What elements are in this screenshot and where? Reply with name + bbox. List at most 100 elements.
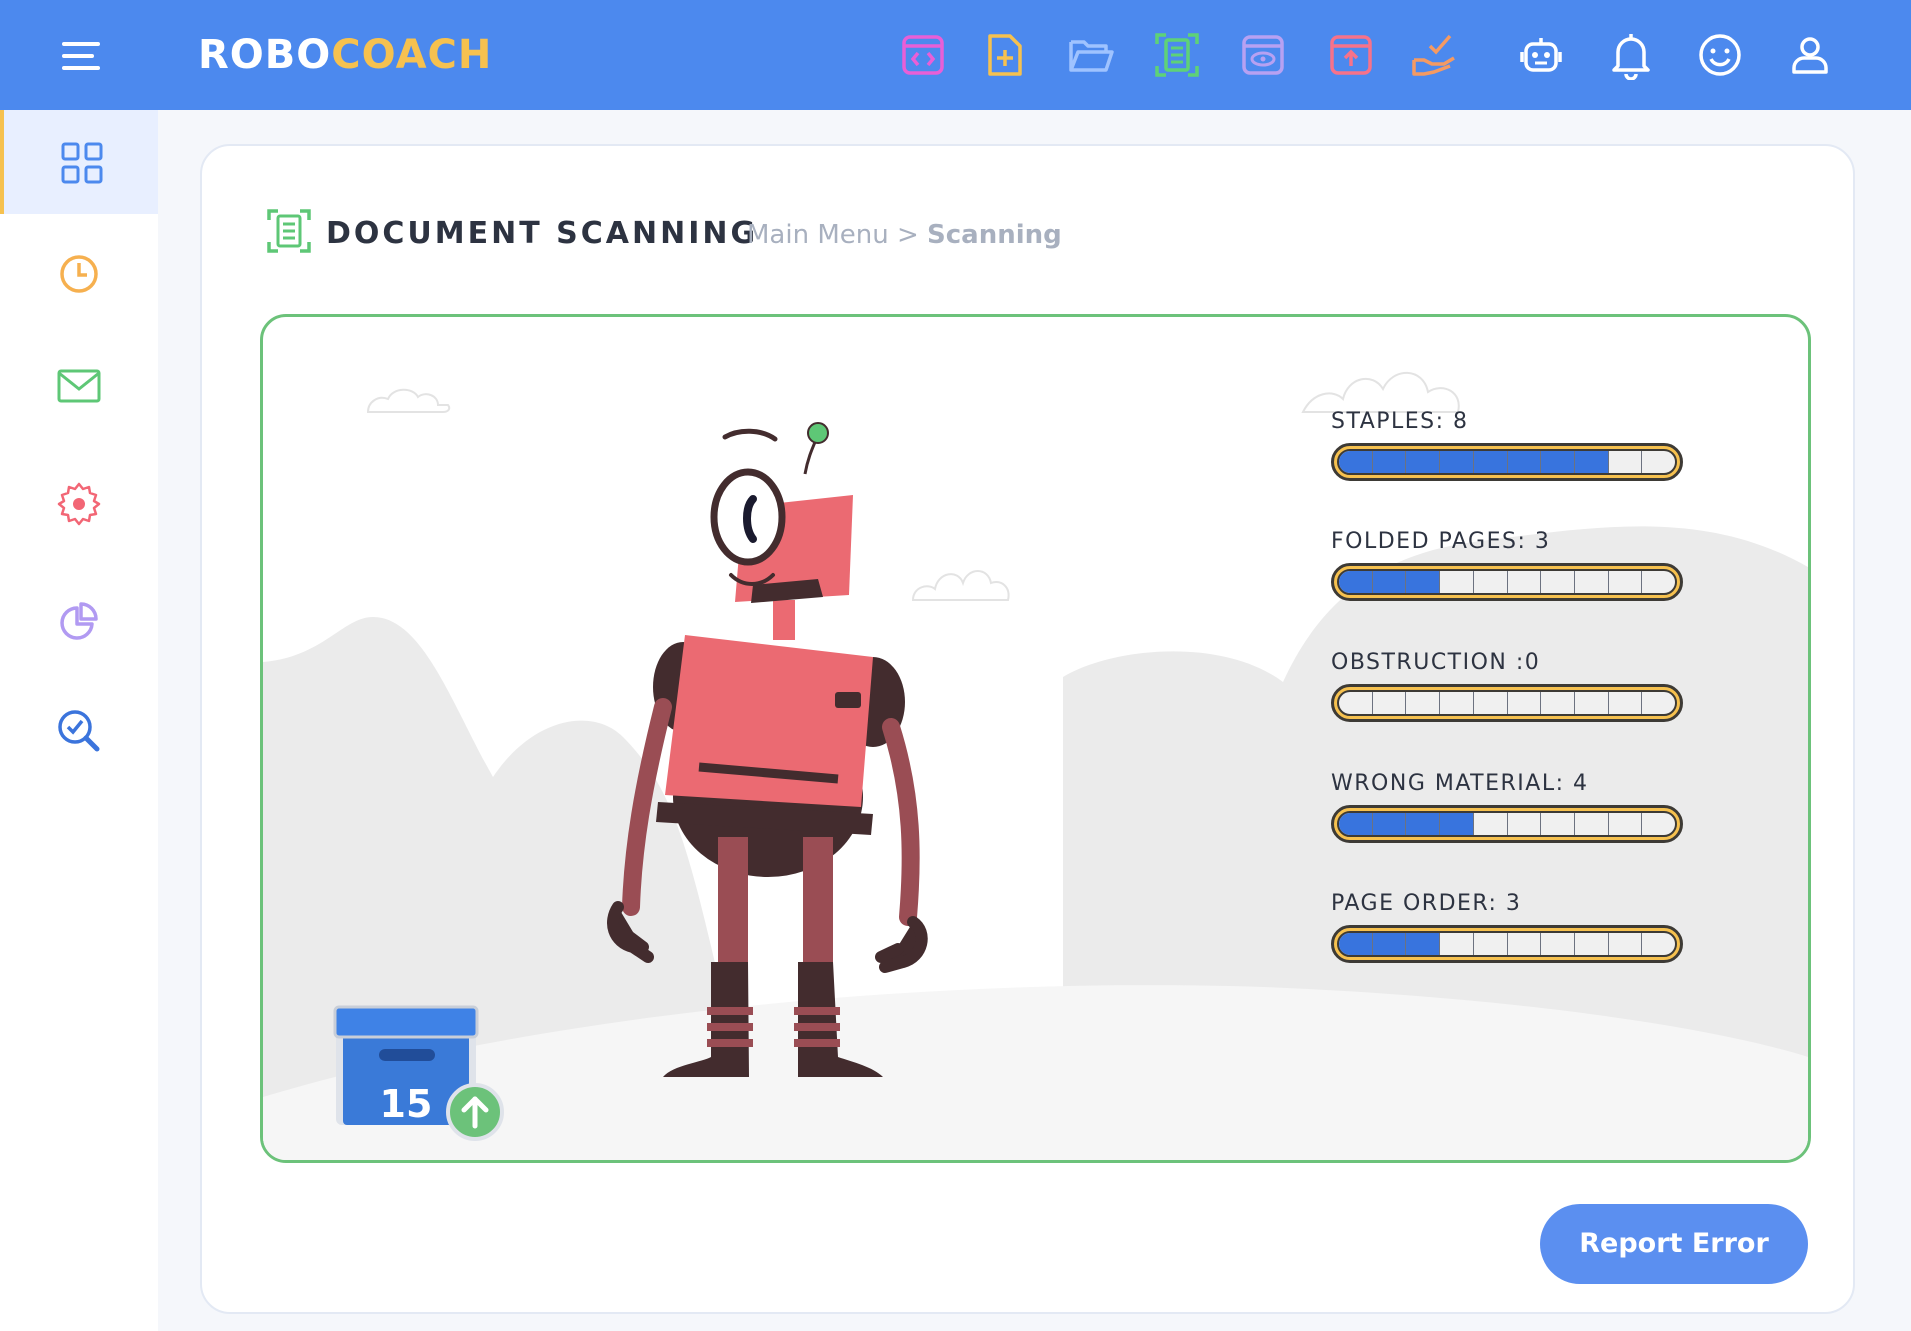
sidebar-item-dashboard[interactable] [0, 110, 158, 214]
progress-segment [1575, 571, 1609, 593]
preview-icon[interactable] [1238, 30, 1288, 80]
progress-segment [1406, 933, 1441, 955]
settings-gear-icon [57, 482, 101, 526]
progress-segment [1609, 692, 1643, 714]
progress-segment [1339, 933, 1373, 955]
breadcrumb: Main Menu > Scanning [747, 220, 1062, 250]
bell-icon[interactable] [1606, 30, 1656, 81]
progress-bar [1331, 563, 1683, 601]
progress-segment [1406, 692, 1441, 714]
progress-segment [1440, 571, 1474, 593]
progress-segment [1642, 933, 1675, 955]
progress-bar [1331, 925, 1683, 963]
metric-label: FOLDED PAGES: 3 [1331, 529, 1551, 554]
progress-segment [1372, 933, 1407, 955]
pie-chart-icon [60, 602, 98, 640]
clock-icon [60, 255, 98, 293]
progress-segment [1508, 813, 1542, 835]
progress-segment [1474, 933, 1508, 955]
progress-segment [1575, 813, 1609, 835]
smiley-icon[interactable] [1695, 30, 1745, 80]
metric-label: PAGE ORDER: 3 [1331, 891, 1522, 916]
metric-page-order: PAGE ORDER: 3 [1331, 891, 1691, 971]
search-check-icon [58, 710, 100, 752]
breadcrumb-root[interactable]: Main Menu [747, 220, 889, 250]
page-title: DOCUMENT SCANNING [326, 216, 759, 251]
sidebar-item-settings[interactable] [0, 450, 158, 554]
progress-segment [1574, 451, 1609, 473]
logo-part-robo: ROBO [198, 32, 332, 78]
upload-file-icon[interactable] [1326, 30, 1376, 80]
document-scan-icon[interactable] [1152, 30, 1202, 80]
progress-segment [1339, 692, 1373, 714]
metric-label: OBSTRUCTION :0 [1331, 650, 1541, 675]
progress-segment [1642, 813, 1675, 835]
progress-segment [1339, 571, 1373, 593]
sidebar-item-messages[interactable] [0, 332, 158, 436]
progress-segment [1609, 933, 1643, 955]
progress-segment [1339, 813, 1373, 835]
top-bar: ROBOCOACH [0, 0, 1911, 110]
progress-segment [1508, 571, 1542, 593]
progress-segment [1507, 451, 1542, 473]
sidebar-item-inspection[interactable] [0, 677, 158, 781]
progress-segment [1575, 933, 1609, 955]
sidebar-item-history[interactable] [0, 220, 158, 324]
progress-segment [1372, 571, 1407, 593]
report-error-button[interactable]: Report Error [1540, 1204, 1808, 1284]
progress-segment [1609, 813, 1643, 835]
sidebar-item-analytics[interactable] [0, 568, 158, 672]
scanned-documents-box: 15 [331, 1014, 504, 1152]
progress-segment [1642, 451, 1675, 473]
progress-segment [1339, 451, 1373, 473]
progress-segment [1541, 692, 1575, 714]
progress-segment [1440, 933, 1474, 955]
breadcrumb-separator: > [896, 220, 919, 250]
breadcrumb-current: Scanning [927, 220, 1062, 250]
open-folder-icon[interactable] [1066, 30, 1116, 80]
progress-segment [1541, 451, 1575, 473]
hand-check-icon[interactable] [1410, 30, 1460, 80]
document-count: 15 [379, 1082, 433, 1126]
progress-segment [1541, 571, 1575, 593]
user-icon[interactable] [1785, 30, 1835, 80]
upload-arrow-icon[interactable] [445, 1082, 505, 1142]
metric-wrong-material: WRONG MATERIAL: 4 [1331, 771, 1691, 851]
new-file-icon[interactable] [980, 30, 1030, 80]
dashboard-grid-icon [61, 142, 103, 184]
progress-segment [1508, 933, 1542, 955]
document-scan-icon [267, 209, 311, 253]
progress-segment [1474, 571, 1508, 593]
robot-icon[interactable] [1516, 30, 1566, 80]
metric-folded-pages: FOLDED PAGES: 3 [1331, 529, 1691, 609]
progress-segment [1406, 451, 1441, 473]
progress-segment [1373, 692, 1407, 714]
progress-segment [1541, 933, 1575, 955]
progress-segment [1406, 571, 1441, 593]
progress-segment [1642, 692, 1675, 714]
progress-bar [1331, 805, 1683, 843]
main-card: DOCUMENT SCANNING Main Menu > Scanning S… [200, 144, 1855, 1314]
progress-segment [1440, 813, 1474, 835]
progress-segment [1541, 813, 1575, 835]
progress-segment [1474, 813, 1508, 835]
progress-segment [1440, 692, 1474, 714]
metric-staples: STAPLES: 8 [1331, 409, 1691, 489]
progress-segment [1609, 571, 1643, 593]
hamburger-menu-icon[interactable] [62, 40, 102, 72]
progress-segment [1642, 571, 1675, 593]
progress-bar [1331, 684, 1683, 722]
app-logo[interactable]: ROBOCOACH [198, 30, 492, 80]
progress-segment [1406, 813, 1441, 835]
progress-segment [1609, 451, 1643, 473]
progress-segment [1508, 692, 1542, 714]
metric-label: STAPLES: 8 [1331, 409, 1469, 434]
progress-segment [1440, 451, 1474, 473]
progress-segment [1575, 692, 1609, 714]
metric-obstruction: OBSTRUCTION :0 [1331, 650, 1691, 730]
sidebar [0, 110, 158, 1331]
mail-icon [57, 369, 101, 403]
progress-segment [1474, 692, 1508, 714]
code-file-icon[interactable] [898, 30, 948, 80]
scanning-scene: STAPLES: 8 FOLDED PAGES: 3 OBSTRUCTION :… [260, 314, 1811, 1163]
